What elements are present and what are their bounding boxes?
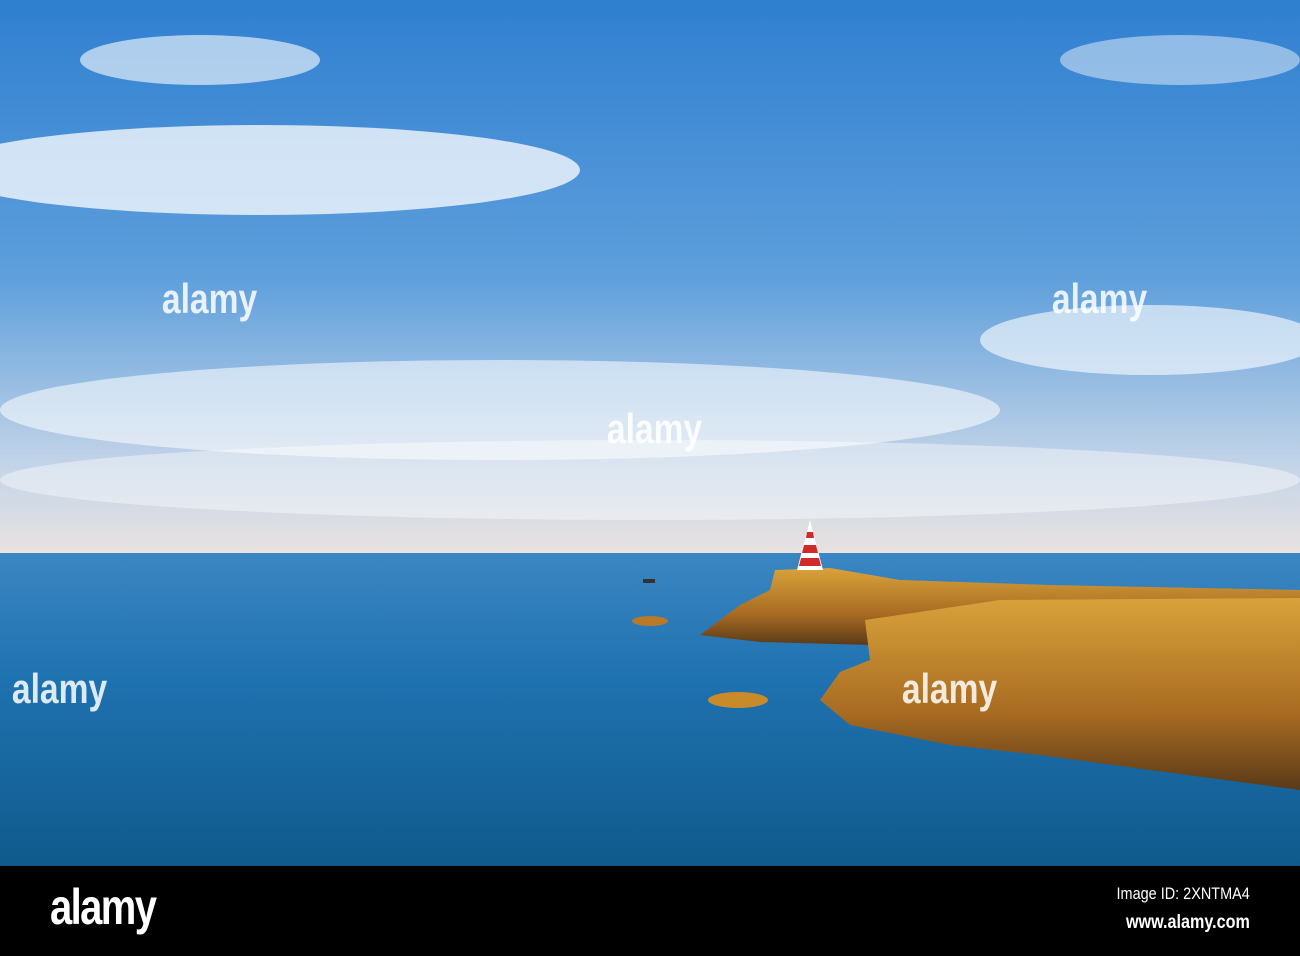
watermark: alamy: [901, 665, 998, 712]
watermark: alamy: [11, 665, 108, 712]
rock: [632, 616, 668, 626]
watermark: alamy: [1051, 275, 1148, 322]
watermark: alamy: [161, 275, 258, 322]
alamy-logo: alamy: [50, 879, 157, 935]
boat: [643, 579, 655, 583]
image-id: Image ID: 2XNTMA4: [1116, 884, 1250, 903]
image-info: Image ID: 2XNTMA4 www.alamy.com: [1117, 884, 1250, 934]
footer-bar: alamy Image ID: 2XNTMA4 www.alamy.com: [0, 866, 1300, 956]
rock: [708, 692, 768, 708]
site-url: www.alamy.com: [1126, 912, 1250, 933]
watermark: alamy: [606, 405, 703, 452]
